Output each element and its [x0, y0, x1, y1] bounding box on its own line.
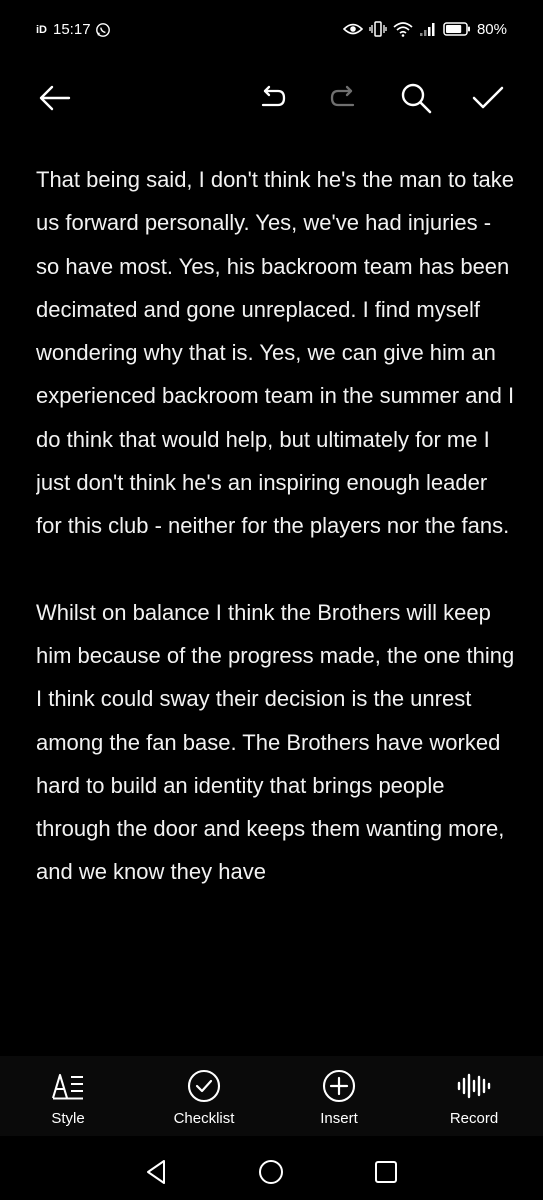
text-style-icon — [51, 1072, 85, 1100]
redo-button[interactable] — [323, 78, 363, 118]
status-left: iD 15:17 — [36, 21, 111, 38]
record-label: Record — [449, 1110, 499, 1127]
back-button[interactable] — [34, 78, 74, 118]
style-label: Style — [51, 1110, 85, 1127]
wifi-icon — [393, 21, 413, 37]
redo-icon — [328, 85, 358, 111]
carrier-tag: iD — [36, 23, 47, 36]
status-time: 15:17 — [53, 21, 91, 38]
eye-icon — [342, 22, 363, 36]
insert-plus-icon — [322, 1069, 356, 1103]
record-button[interactable]: Record — [424, 1070, 524, 1127]
note-body[interactable]: That being said, I don't think he's the … — [36, 158, 516, 1056]
search-icon — [399, 81, 433, 115]
battery-percent: 80% — [476, 20, 507, 38]
back-triangle-icon — [144, 1159, 168, 1185]
editor-toolbar — [0, 70, 543, 126]
note-paragraph-2[interactable]: Whilst on balance I think the Brothers w… — [36, 591, 516, 894]
nav-home-button[interactable] — [255, 1156, 287, 1188]
checklist-icon — [187, 1069, 221, 1103]
whatsapp-icon — [95, 22, 111, 38]
checklist-button[interactable]: Checklist — [154, 1069, 254, 1127]
checklist-label: Checklist — [173, 1110, 235, 1127]
insert-label: Insert — [320, 1110, 358, 1127]
vibrate-icon — [369, 20, 387, 38]
search-button[interactable] — [396, 78, 436, 118]
style-button[interactable]: Style — [18, 1070, 118, 1127]
audio-waveform-icon — [456, 1071, 492, 1101]
home-circle-icon — [257, 1158, 285, 1186]
back-arrow-icon — [37, 84, 71, 112]
battery-icon — [443, 21, 471, 37]
done-button[interactable] — [468, 78, 508, 118]
insert-button[interactable]: Insert — [289, 1069, 389, 1127]
bottom-action-bar: Style Checklist Insert Record — [0, 1056, 543, 1136]
note-paragraph-1[interactable]: That being said, I don't think he's the … — [36, 158, 516, 548]
nav-back-button[interactable] — [140, 1156, 172, 1188]
nav-recents-button[interactable] — [370, 1156, 402, 1188]
recents-square-icon — [373, 1159, 399, 1185]
status-right: 80% — [342, 20, 507, 38]
status-bar: iD 15:17 80% — [0, 0, 543, 62]
undo-button[interactable] — [253, 78, 293, 118]
check-icon — [471, 85, 505, 111]
undo-icon — [258, 85, 288, 111]
system-nav-bar — [0, 1140, 543, 1200]
signal-icon — [419, 21, 437, 37]
